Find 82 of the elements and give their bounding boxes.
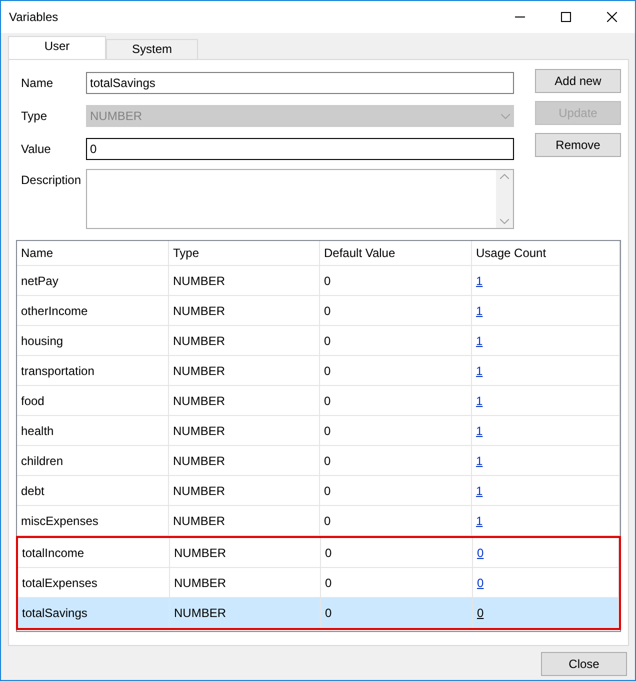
table-row[interactable]: totalIncome NUMBER 0 0 (18, 538, 619, 568)
name-field[interactable]: totalSavings (86, 72, 514, 94)
tab[interactable]: System (106, 39, 198, 59)
button[interactable]: Add new (535, 69, 621, 93)
table-row[interactable]: otherIncome NUMBER 0 1 (17, 296, 620, 326)
usage-link[interactable]: 1 (476, 332, 483, 350)
table-cell: 0 (321, 538, 473, 567)
table-cell: transportation (17, 356, 169, 385)
usage-link[interactable]: 0 (477, 604, 484, 622)
table-cell: 0 (320, 416, 472, 445)
table-cell: 0 (320, 266, 472, 295)
table-row[interactable]: housing NUMBER 0 1 (17, 326, 620, 356)
table-cell: debt (17, 476, 169, 505)
usage-link[interactable]: 1 (476, 302, 483, 320)
maximize-icon[interactable] (561, 12, 571, 22)
usage-link[interactable]: 1 (476, 512, 483, 530)
close-icon[interactable] (607, 12, 617, 22)
table-cell: totalIncome (18, 538, 170, 567)
usage-link[interactable]: 1 (476, 362, 483, 380)
table-cell: NUMBER (169, 326, 320, 355)
table-cell: food (17, 386, 169, 415)
table-cell: 0 (321, 568, 473, 597)
table-row[interactable]: transportation NUMBER 0 1 (17, 356, 620, 386)
table-cell: NUMBER (169, 506, 320, 535)
chevron-down-icon (501, 114, 510, 118)
table-cell: 0 (320, 386, 472, 415)
usage-link[interactable]: 1 (476, 392, 483, 410)
close-button[interactable]: Close (541, 652, 627, 676)
table-cell: NUMBER (169, 356, 320, 385)
field-label: Description (20, 172, 82, 189)
table-cell: NUMBER (169, 446, 320, 475)
table-cell: NUMBER (169, 296, 320, 325)
table-cell: totalExpenses (18, 568, 170, 597)
table-row[interactable]: children NUMBER 0 1 (17, 446, 620, 476)
table-cell: NUMBER (170, 598, 321, 627)
column-header[interactable]: Type (169, 241, 320, 265)
table-row[interactable]: health NUMBER 0 1 (17, 416, 620, 446)
table-cell: children (17, 446, 169, 475)
table-cell: health (17, 416, 169, 445)
table-cell: 0 (321, 598, 473, 627)
column-header[interactable]: Default Value (320, 241, 472, 265)
usage-link[interactable]: 1 (476, 482, 483, 500)
table-row[interactable]: netPay NUMBER 0 1 (17, 266, 620, 296)
table-row[interactable]: totalSavings NUMBER 0 0 (18, 598, 619, 628)
window-title: Variables (9, 9, 60, 26)
column-header[interactable]: Name (17, 241, 169, 265)
usage-link[interactable]: 0 (477, 574, 484, 592)
table-cell: NUMBER (169, 386, 320, 415)
value-field[interactable]: 0 (86, 138, 514, 160)
usage-link[interactable]: 1 (476, 272, 483, 290)
table-cell: netPay (17, 266, 169, 295)
table-cell: 0 (320, 326, 472, 355)
scroll-up-icon[interactable] (500, 174, 509, 179)
button[interactable]: Remove (535, 133, 621, 157)
usage-link[interactable]: 1 (476, 452, 483, 470)
usage-link[interactable]: 0 (477, 544, 484, 562)
table-cell: 0 (320, 506, 472, 535)
scroll-down-icon[interactable] (500, 219, 509, 224)
table-cell: miscExpenses (17, 506, 169, 535)
table-cell: NUMBER (170, 568, 321, 597)
table-cell: NUMBER (170, 538, 321, 567)
table-cell: NUMBER (169, 416, 320, 445)
table-cell: housing (17, 326, 169, 355)
table-cell: otherIncome (17, 296, 169, 325)
table-cell: 0 (320, 446, 472, 475)
usage-link[interactable]: 1 (476, 422, 483, 440)
table-cell: 0 (320, 296, 472, 325)
table-cell: NUMBER (169, 266, 320, 295)
field-label: Type (20, 108, 48, 125)
table-row[interactable]: miscExpenses NUMBER 0 1 (17, 506, 620, 536)
scrollbar[interactable] (496, 170, 513, 228)
column-header[interactable]: Usage Count (472, 241, 620, 265)
table-row[interactable]: debt NUMBER 0 1 (17, 476, 620, 506)
tab[interactable]: User (8, 36, 106, 59)
table-cell: 0 (320, 476, 472, 505)
field-label: Value (20, 141, 52, 158)
table-row[interactable]: food NUMBER 0 1 (17, 386, 620, 416)
table-cell: totalSavings (18, 598, 170, 627)
description-field[interactable] (86, 169, 514, 229)
table-cell: 0 (320, 356, 472, 385)
field-label: Name (20, 75, 54, 92)
table-cell: NUMBER (169, 476, 320, 505)
